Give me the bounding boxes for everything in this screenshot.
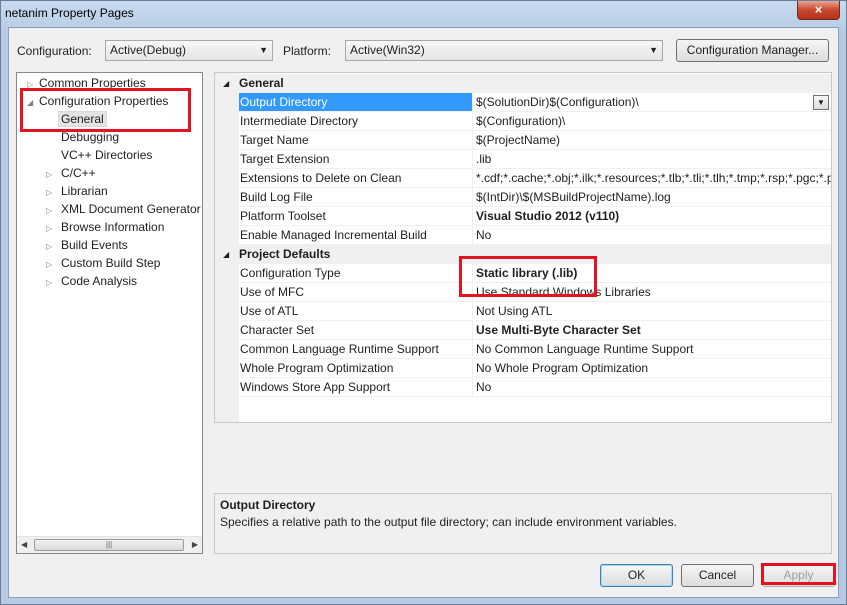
property-row[interactable]: Windows Store App Support No xyxy=(215,378,831,397)
description-text: Specifies a relative path to the output … xyxy=(220,515,677,529)
annotation-box-config-general xyxy=(20,88,191,132)
tree-item-librarian[interactable]: ▷ Librarian xyxy=(46,182,108,200)
property-row[interactable]: Target Extension .lib xyxy=(215,150,831,169)
platform-select[interactable]: Active(Win32) ▼ xyxy=(345,40,663,61)
property-row[interactable]: Output Directory $(SolutionDir)$(Configur… xyxy=(215,93,831,112)
tree-horizontal-scrollbar[interactable]: ◀ ||| ▶ xyxy=(17,536,202,553)
configuration-value: Active(Debug) xyxy=(110,43,187,57)
tree-item-c-cpp[interactable]: ▷ C/C++ xyxy=(46,164,96,182)
property-tree[interactable]: ▷ Common Properties ◢ Configuration Proper… xyxy=(16,72,203,554)
close-icon: × xyxy=(814,2,823,17)
cancel-button[interactable]: Cancel xyxy=(681,564,754,587)
property-row[interactable]: Enable Managed Incremental Build No xyxy=(215,226,831,245)
property-pages-window: netanim Property Pages × Configuration: … xyxy=(0,0,847,605)
property-row[interactable]: Use of ATL Not Using ATL xyxy=(215,302,831,321)
property-row[interactable]: Extensions to Delete on Clean *.cdf;*.cac… xyxy=(215,169,831,188)
tree-item-build-events[interactable]: ▷ Build Events xyxy=(46,236,128,254)
tree-item-code-analysis[interactable]: ▷ Code Analysis xyxy=(46,272,137,290)
platform-label: Platform: xyxy=(283,44,332,58)
property-row[interactable]: Intermediate Directory $(Configuration)\ xyxy=(215,112,831,131)
tree-item-vc-directories[interactable]: VC++ Directories xyxy=(61,146,152,164)
annotation-box-configuration-type xyxy=(459,256,597,297)
property-row[interactable]: Build Log File $(IntDir)\$(MSBuildProject… xyxy=(215,188,831,207)
grip-icon: ||| xyxy=(105,540,113,549)
property-row[interactable]: Character Set Use Multi-Byte Character Se… xyxy=(215,321,831,340)
tree-item-xml-document-generator[interactable]: ▷ XML Document Generator xyxy=(46,200,201,218)
property-row[interactable]: Whole Program Optimization No Whole Progr… xyxy=(215,359,831,378)
annotation-box-apply xyxy=(761,563,836,585)
scroll-right-icon[interactable]: ▶ xyxy=(192,540,198,549)
title-bar[interactable]: netanim Property Pages × xyxy=(1,1,846,27)
scrollbar-thumb[interactable]: ||| xyxy=(34,539,184,551)
dropdown-arrow-icon[interactable]: ▼ xyxy=(813,95,829,110)
property-row[interactable]: Platform Toolset Visual Studio 2012 (v110… xyxy=(215,207,831,226)
configuration-select[interactable]: Active(Debug) ▼ xyxy=(105,40,273,61)
platform-value: Active(Win32) xyxy=(350,43,425,57)
scroll-left-icon[interactable]: ◀ xyxy=(21,540,27,549)
chevron-down-icon: ▼ xyxy=(259,45,268,55)
close-button[interactable]: × xyxy=(797,1,840,20)
chevron-down-icon: ▼ xyxy=(649,45,658,55)
tree-item-custom-build-step[interactable]: ▷ Custom Build Step xyxy=(46,254,160,272)
window-title: netanim Property Pages xyxy=(5,6,134,20)
property-grid[interactable]: ◢ General Output Directory $(SolutionDir)$… xyxy=(214,72,832,423)
ok-button[interactable]: OK xyxy=(600,564,673,587)
collapse-arrow-icon[interactable]: ◢ xyxy=(223,245,229,264)
configuration-manager-button[interactable]: Configuration Manager... xyxy=(676,39,829,62)
description-title: Output Directory xyxy=(220,498,316,512)
expand-arrow-icon[interactable]: ▷ xyxy=(46,274,58,292)
configuration-label: Configuration: xyxy=(17,44,92,58)
category-general[interactable]: ◢ General xyxy=(215,74,831,93)
tree-item-browse-information[interactable]: ▷ Browse Information xyxy=(46,218,164,236)
property-row[interactable]: Common Language Runtime Support No Common… xyxy=(215,340,831,359)
collapse-arrow-icon[interactable]: ◢ xyxy=(223,74,229,93)
description-pane: Output Directory Specifies a relative pa… xyxy=(214,493,832,554)
property-row[interactable]: Target Name $(ProjectName) xyxy=(215,131,831,150)
